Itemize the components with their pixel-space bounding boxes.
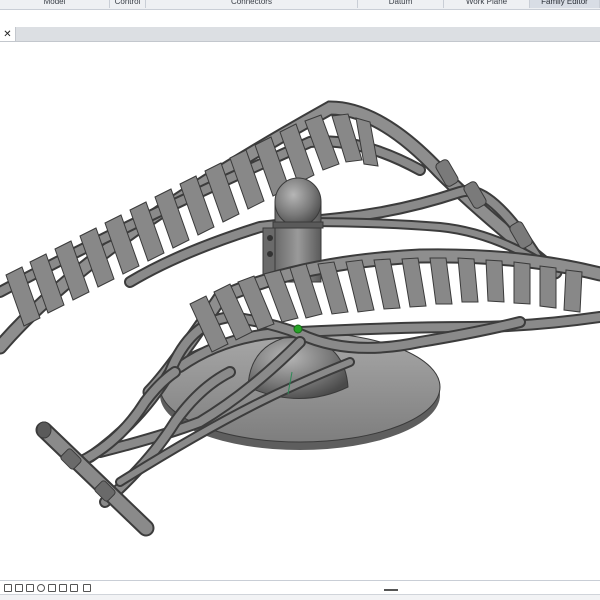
ribbon-panel-family-editor[interactable]: Family Editor — [530, 0, 600, 8]
view-tab-bar: ✕ — [0, 27, 600, 42]
close-icon: ✕ — [3, 28, 12, 40]
temporary-hide-icon[interactable] — [83, 584, 91, 592]
status-bar — [0, 594, 600, 600]
show-crop-icon[interactable] — [70, 584, 78, 592]
crop-icon[interactable] — [59, 584, 67, 592]
3d-viewport[interactable] — [0, 42, 600, 580]
ribbon-panel-datum[interactable]: Datum — [358, 0, 444, 8]
ribbon-panel-labels: Model Control Connectors Datum Work Plan… — [0, 0, 600, 10]
ribbon-panel-control[interactable]: Control — [110, 0, 146, 8]
horizontal-scroll-thumb[interactable] — [384, 589, 398, 591]
sun-path-icon[interactable] — [37, 584, 45, 592]
detail-level-icon[interactable] — [15, 584, 23, 592]
model-render — [0, 100, 600, 537]
close-view-button[interactable]: ✕ — [0, 27, 16, 41]
shadows-icon[interactable] — [48, 584, 56, 592]
scale-icon[interactable] — [4, 584, 12, 592]
ribbon-panel-model[interactable]: Model — [0, 0, 110, 8]
visual-style-icon[interactable] — [26, 584, 34, 592]
ribbon-panel-connectors[interactable]: Connectors — [146, 0, 358, 8]
ribbon-panel-work-plane[interactable]: Work Plane — [444, 0, 530, 8]
